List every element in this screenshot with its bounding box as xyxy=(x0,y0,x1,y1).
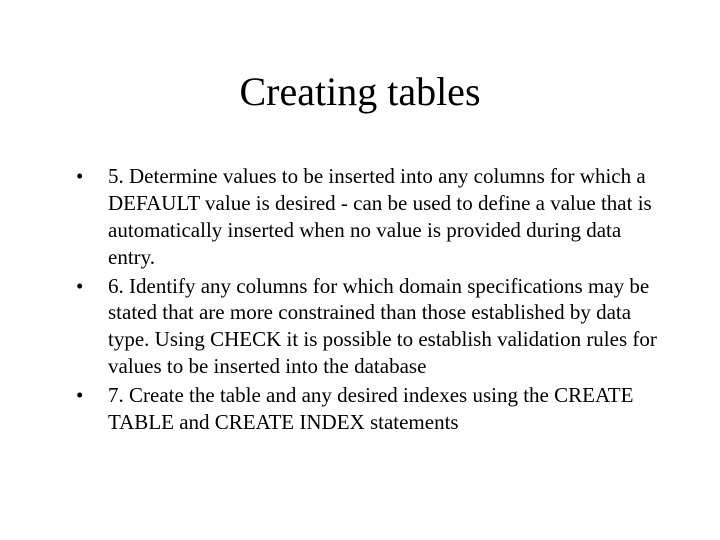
slide-title: Creating tables xyxy=(48,68,672,115)
list-item: 5. Determine values to be inserted into … xyxy=(76,163,672,271)
list-item: 7. Create the table and any desired inde… xyxy=(76,382,672,436)
list-item: 6. Identify any columns for which domain… xyxy=(76,273,672,381)
bullet-list: 5. Determine values to be inserted into … xyxy=(48,163,672,436)
